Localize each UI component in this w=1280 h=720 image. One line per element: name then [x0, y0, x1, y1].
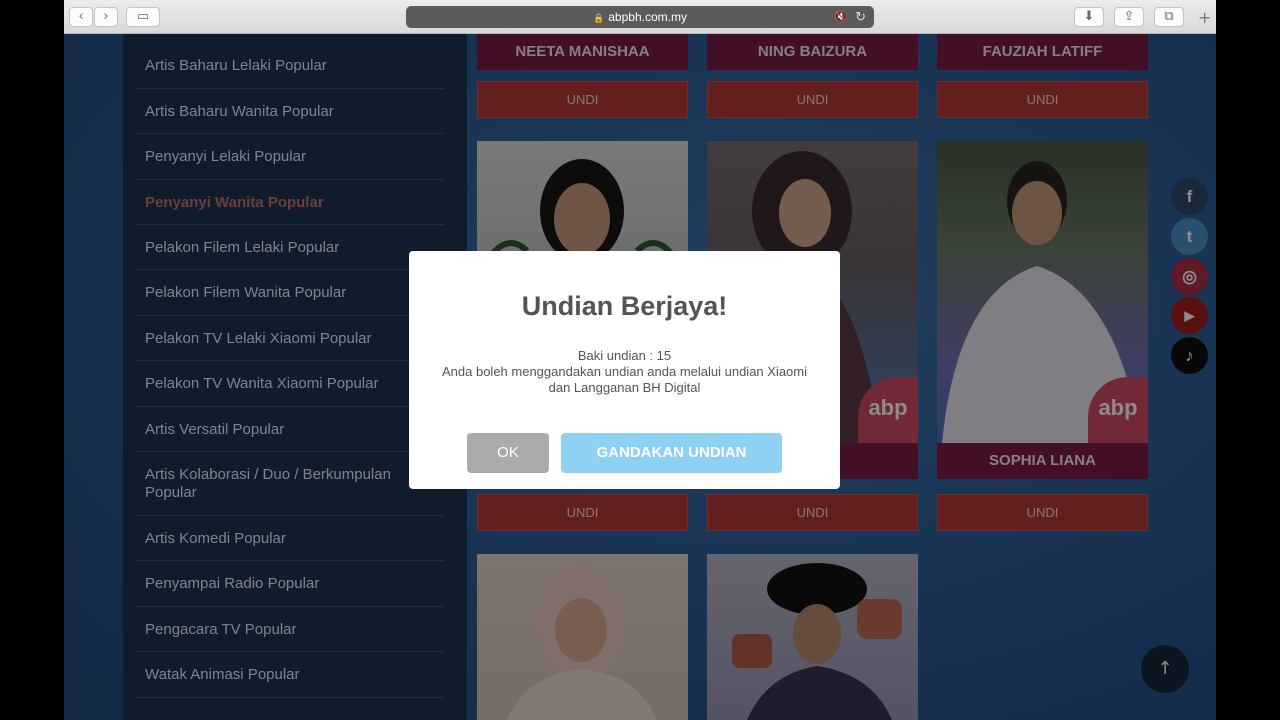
- browser-toolbar: ‹ › ▭ 🔒 abpbh.com.my 🔇 ↻ ⬇ ⇪ ⧉ +: [64, 0, 1216, 34]
- forward-button[interactable]: ›: [94, 7, 118, 27]
- sidebar-icon: ▭: [136, 9, 150, 24]
- address-bar[interactable]: 🔒 abpbh.com.my 🔇 ↻: [406, 6, 874, 28]
- tabs-icon: ⧉: [1164, 9, 1174, 24]
- lock-icon: 🔒: [593, 13, 605, 23]
- mute-icon[interactable]: 🔇: [834, 6, 848, 28]
- dialog-title: Undian Berjaya!: [521, 291, 728, 321]
- sidebar-toggle-button[interactable]: ▭: [126, 7, 160, 27]
- ok-button[interactable]: OK: [467, 433, 549, 473]
- vote-balance-text: Baki undian : 15: [577, 348, 672, 363]
- browser-window: ‹ › ▭ 🔒 abpbh.com.my 🔇 ↻ ⬇ ⇪ ⧉ + Artis Ba…: [64, 0, 1216, 720]
- back-button[interactable]: ‹: [69, 7, 93, 27]
- new-tab-icon[interactable]: +: [1198, 8, 1211, 27]
- double-vote-button[interactable]: GANDAKAN UNDIAN: [561, 433, 782, 473]
- url-text: abpbh.com.my: [608, 10, 687, 24]
- share-icon: ⇪: [1123, 9, 1135, 24]
- dialog-message-line2: dan Langganan BH Digital: [548, 380, 701, 395]
- share-button[interactable]: ⇪: [1114, 7, 1144, 27]
- vote-success-dialog: Undian Berjaya! Baki undian : 15 Anda bo…: [409, 251, 840, 489]
- chevron-left-icon: ‹: [78, 9, 84, 24]
- dialog-message-line1: Anda boleh menggandakan undian anda mela…: [442, 364, 807, 379]
- download-button[interactable]: ⬇: [1074, 7, 1104, 27]
- download-icon: ⬇: [1083, 9, 1095, 24]
- chevron-right-icon: ›: [103, 9, 109, 24]
- tabs-button[interactable]: ⧉: [1154, 7, 1184, 27]
- reload-icon[interactable]: ↻: [855, 6, 866, 28]
